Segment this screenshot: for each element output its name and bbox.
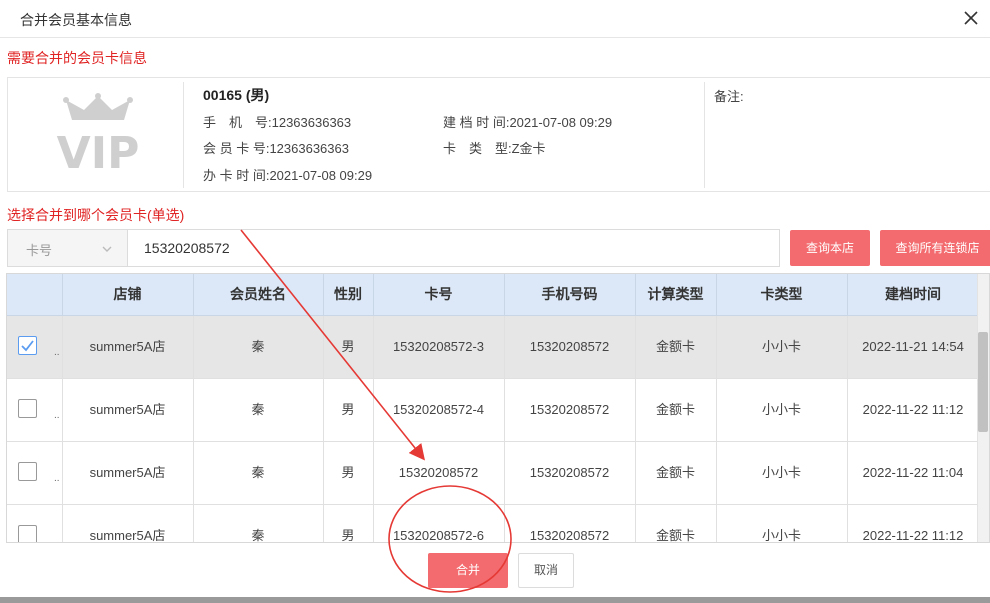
cell-name: 秦: [193, 378, 324, 442]
row-select-cell[interactable]: ..: [7, 441, 63, 505]
column-header[interactable]: 手机号码: [504, 274, 636, 316]
member-name: 00165 (男): [203, 87, 270, 103]
cell-phone: 15320208572: [504, 315, 636, 379]
cell-calc-type: 金额卡: [635, 504, 717, 542]
search-field-value: 卡号: [26, 243, 53, 258]
cell-calc-type: 金额卡: [635, 378, 717, 442]
cell-store: summer5A店: [62, 504, 194, 542]
column-header[interactable]: 店铺: [62, 274, 194, 316]
divider: [183, 82, 184, 188]
row-select-cell[interactable]: ..: [7, 378, 63, 442]
table-row[interactable]: .. summer5A店 秦 男 15320208572-4 153202085…: [7, 378, 980, 442]
ellipsis-icon: ..: [53, 409, 60, 421]
remark-label: 备注:: [714, 89, 744, 104]
search-input[interactable]: [129, 230, 779, 266]
cell-card: 15320208572-4: [373, 378, 505, 442]
scrollbar-thumb[interactable]: [978, 332, 988, 432]
merge-button[interactable]: 合并: [428, 553, 508, 588]
checkmark-icon: [21, 339, 34, 351]
dialog-title: 合并会员基本信息: [20, 12, 132, 28]
cell-gender: 男: [323, 378, 374, 442]
member-card-table: 店铺 会员姓名 性别 卡号 手机号码 计算类型 卡类型 建档时间 .. summ…: [6, 273, 990, 543]
row-select-cell[interactable]: ..: [7, 504, 63, 543]
cell-gender: 男: [323, 315, 374, 379]
cell-card-type: 小小卡: [716, 441, 848, 505]
row-checkbox[interactable]: [18, 398, 37, 418]
table-scrollbar[interactable]: [977, 274, 989, 542]
table-header-row: 店铺 会员姓名 性别 卡号 手机号码 计算类型 卡类型 建档时间: [7, 274, 980, 316]
source-section-label: 需要合并的会员卡信息: [7, 50, 147, 66]
query-store-button[interactable]: 查询本店: [790, 230, 870, 266]
row-checkbox[interactable]: [18, 335, 37, 355]
cell-create-time: 2022-11-22 11:12: [847, 378, 980, 442]
cell-gender: 男: [323, 441, 374, 505]
column-header-select: [7, 274, 63, 316]
cell-name: 秦: [193, 504, 324, 542]
cell-gender: 男: [323, 504, 374, 542]
row-checkbox[interactable]: [18, 461, 37, 481]
divider: [704, 82, 705, 188]
cell-store: summer5A店: [62, 441, 194, 505]
row-select-cell[interactable]: ..: [7, 315, 63, 379]
search-field-select[interactable]: 卡号: [8, 230, 128, 266]
cell-phone: 15320208572: [504, 441, 636, 505]
vip-logo-text: VIP: [57, 128, 140, 178]
search-bar: 卡号: [7, 229, 780, 267]
source-member-card: VIP 00165 (男) 手 机 号:12363636363 会 员 卡 号:…: [7, 77, 990, 192]
dialog-titlebar: 合并会员基本信息: [0, 0, 990, 38]
query-all-stores-button[interactable]: 查询所有连锁店: [880, 230, 990, 266]
target-section-label: 选择合并到哪个会员卡(单选): [7, 207, 185, 223]
ellipsis-icon: ..: [53, 346, 60, 358]
row-checkbox[interactable]: [18, 524, 37, 542]
cancel-button[interactable]: 取消: [518, 553, 574, 588]
cell-name: 秦: [193, 441, 324, 505]
cell-name: 秦: [193, 315, 324, 379]
close-icon[interactable]: [960, 7, 982, 29]
member-card-no: 会 员 卡 号:12363636363: [203, 141, 349, 156]
cell-calc-type: 金额卡: [635, 441, 717, 505]
cell-card-type: 小小卡: [716, 504, 848, 542]
vip-logo: VIP: [57, 93, 140, 178]
cell-store: summer5A店: [62, 378, 194, 442]
column-header[interactable]: 会员姓名: [193, 274, 324, 316]
ellipsis-icon: ..: [53, 472, 60, 484]
column-header[interactable]: 卡号: [373, 274, 505, 316]
table-row[interactable]: .. summer5A店 秦 男 15320208572-6 153202085…: [7, 504, 980, 543]
window-bottom-edge: [0, 597, 990, 603]
cell-calc-type: 金额卡: [635, 315, 717, 379]
table-row[interactable]: .. summer5A店 秦 男 15320208572 15320208572…: [7, 441, 980, 505]
cell-create-time: 2022-11-22 11:12: [847, 504, 980, 542]
column-header[interactable]: 计算类型: [635, 274, 717, 316]
column-header[interactable]: 建档时间: [847, 274, 980, 316]
chevron-down-icon: [102, 246, 112, 252]
member-issue-time: 办 卡 时 间:2021-07-08 09:29: [203, 168, 373, 183]
ellipsis-icon: ..: [53, 535, 60, 543]
member-card-type: 卡 类 型:Z金卡: [443, 141, 546, 156]
cell-store: summer5A店: [62, 315, 194, 379]
cell-card-type: 小小卡: [716, 378, 848, 442]
cell-phone: 15320208572: [504, 504, 636, 542]
cell-card-type: 小小卡: [716, 315, 848, 379]
table-row[interactable]: .. summer5A店 秦 男 15320208572-3 153202085…: [7, 315, 980, 379]
cell-card: 15320208572-6: [373, 504, 505, 542]
member-phone: 手 机 号:12363636363: [203, 115, 352, 130]
column-header[interactable]: 卡类型: [716, 274, 848, 316]
cell-create-time: 2022-11-21 14:54: [847, 315, 980, 379]
column-header[interactable]: 性别: [323, 274, 374, 316]
cell-card: 15320208572: [373, 441, 505, 505]
member-create-time: 建 档 时 间:2021-07-08 09:29: [443, 115, 613, 130]
cell-phone: 15320208572: [504, 378, 636, 442]
cell-card: 15320208572-3: [373, 315, 505, 379]
cell-create-time: 2022-11-22 11:04: [847, 441, 980, 505]
